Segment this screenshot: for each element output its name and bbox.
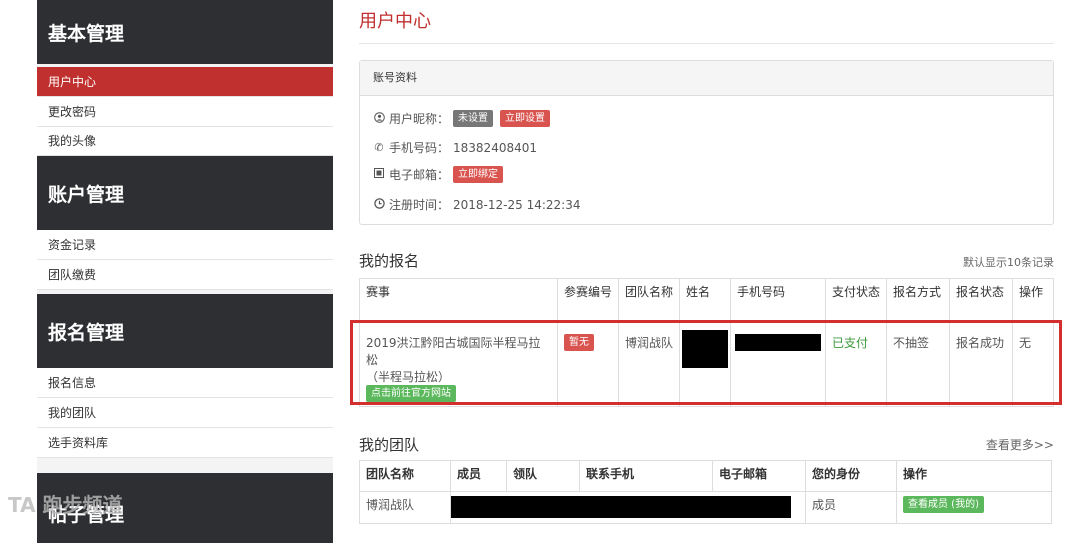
view-members-button[interactable]: 查看成员 (我的) (903, 496, 984, 513)
nickname-label: 用户昵称： (389, 112, 450, 126)
pay-status-cell: 已支付 (825, 321, 887, 407)
phone-row: ✆ 手机号码： 18382408401 (373, 139, 537, 156)
header-identity: 您的身份 (805, 460, 897, 492)
team-name-cell: 博润战队 (359, 491, 451, 524)
sidebar-item-team-payment[interactable]: 团队缴费 (37, 260, 333, 290)
set-nickname-button[interactable]: 立即设置 (500, 110, 551, 127)
phone-label: 手机号码： (389, 141, 450, 155)
header-phone: 手机号码 (730, 278, 826, 322)
redacted-block (451, 496, 791, 518)
header-email: 电子邮箱 (712, 460, 806, 492)
sidebar-item-my-avatar[interactable]: 我的头像 (37, 127, 333, 156)
account-panel: 账号资料 用户昵称： 未设置 立即设置 ✆ 手机号码： 18382408401 … (359, 60, 1054, 225)
status-cell: 报名成功 (949, 321, 1013, 407)
sidebar-item-fund-records[interactable]: 资金记录 (37, 230, 333, 260)
table-header-row: 团队名称 成员 领队 联系手机 电子邮箱 您的身份 操作 (359, 460, 1052, 492)
email-row: 电子邮箱： 立即绑定 (373, 166, 504, 183)
phone-cell (730, 321, 826, 407)
phone-icon: ✆ (374, 141, 384, 154)
page-title: 用户中心 (359, 11, 431, 32)
event-cell: 2019洪江黔阳古城国际半程马拉松 （半程马拉松） 点击前往官方网站 (359, 321, 558, 407)
registrations-table: 赛事 参赛编号 团队名称 姓名 手机号码 支付状态 报名方式 报名状态 操作 2… (359, 278, 1054, 407)
email-label: 电子邮箱： (389, 168, 450, 182)
header-action: 操作 (1012, 278, 1054, 322)
sidebar-section-basic: 基本管理 (37, 0, 333, 64)
identity-cell: 成员 (805, 491, 897, 524)
teams-table: 团队名称 成员 领队 联系手机 电子邮箱 您的身份 操作 博润战队 成员 查看成… (359, 460, 1052, 524)
event-subtitle: （半程马拉松） (366, 370, 451, 384)
section-title: 报名管理 (48, 321, 125, 344)
header-operation: 操作 (896, 460, 1052, 492)
sidebar-item-my-team[interactable]: 我的团队 (37, 398, 333, 428)
redacted-block (735, 334, 821, 351)
header-status: 报名状态 (949, 278, 1013, 322)
header-members: 成员 (450, 460, 507, 492)
header-team-name: 团队名称 (359, 460, 451, 492)
header-leader: 领队 (506, 460, 580, 492)
watermark: TA 跑步频道 (8, 493, 123, 517)
redacted-block (682, 330, 728, 368)
header-pay-status: 支付状态 (825, 278, 887, 322)
name-cell (679, 321, 731, 407)
number-badge: 暂无 (564, 334, 594, 351)
register-label: 注册时间： (389, 198, 450, 212)
sidebar-section-account: 账户管理 (37, 156, 333, 230)
section-title: 基本管理 (48, 22, 125, 45)
section-title: 账户管理 (48, 183, 125, 206)
header-team: 团队名称 (618, 278, 680, 322)
divider (37, 458, 333, 473)
email-icon (373, 168, 385, 181)
sidebar-item-user-center[interactable]: 用户中心 (37, 67, 333, 97)
method-cell: 不抽签 (886, 321, 950, 407)
panel-title: 账号资料 (360, 61, 1053, 96)
register-value: 2018-12-25 14:22:34 (453, 197, 581, 212)
sidebar-section-registration: 报名管理 (37, 294, 333, 368)
sidebar: 基本管理 用户中心 更改密码 我的头像 账户管理 资金记录 团队缴费 报名管理 … (37, 0, 333, 543)
teams-title: 我的团队 (359, 436, 420, 454)
registrations-note: 默认显示10条记录 (963, 256, 1054, 269)
team-cell: 博润战队 (618, 321, 680, 407)
action-cell: 无 (1012, 321, 1054, 407)
header-contact-phone: 联系手机 (579, 460, 713, 492)
table-row: 博润战队 成员 查看成员 (我的) (359, 491, 1052, 524)
header-method: 报名方式 (886, 278, 950, 322)
sidebar-item-change-password[interactable]: 更改密码 (37, 97, 333, 127)
operation-cell: 查看成员 (我的) (896, 491, 1052, 524)
register-time-row: 注册时间： 2018-12-25 14:22:34 (373, 196, 580, 213)
registrations-title: 我的报名 (359, 252, 420, 270)
official-site-link[interactable]: 点击前往官方网站 (366, 385, 456, 402)
header-name: 姓名 (679, 278, 731, 322)
sidebar-item-registration-info[interactable]: 报名信息 (37, 368, 333, 398)
teams-more-link[interactable]: 查看更多>> (986, 436, 1054, 453)
redacted-cells (450, 491, 806, 524)
title-divider (359, 43, 1054, 44)
nickname-row: 用户昵称： 未设置 立即设置 (373, 110, 551, 127)
sidebar-item-athlete-library[interactable]: 选手资料库 (37, 428, 333, 458)
bind-email-button[interactable]: 立即绑定 (453, 166, 504, 183)
header-number: 参赛编号 (557, 278, 619, 322)
phone-value: 18382408401 (453, 140, 537, 155)
table-row: 2019洪江黔阳古城国际半程马拉松 （半程马拉松） 点击前往官方网站 暂无 博润… (359, 321, 1054, 407)
clock-icon (373, 197, 385, 212)
table-header-row: 赛事 参赛编号 团队名称 姓名 手机号码 支付状态 报名方式 报名状态 操作 (359, 278, 1054, 322)
user-circle-icon (373, 111, 385, 126)
nickname-value-badge: 未设置 (453, 110, 494, 127)
number-cell: 暂无 (557, 321, 619, 407)
header-event: 赛事 (359, 278, 558, 322)
event-name: 2019洪江黔阳古城国际半程马拉松 (366, 336, 541, 367)
